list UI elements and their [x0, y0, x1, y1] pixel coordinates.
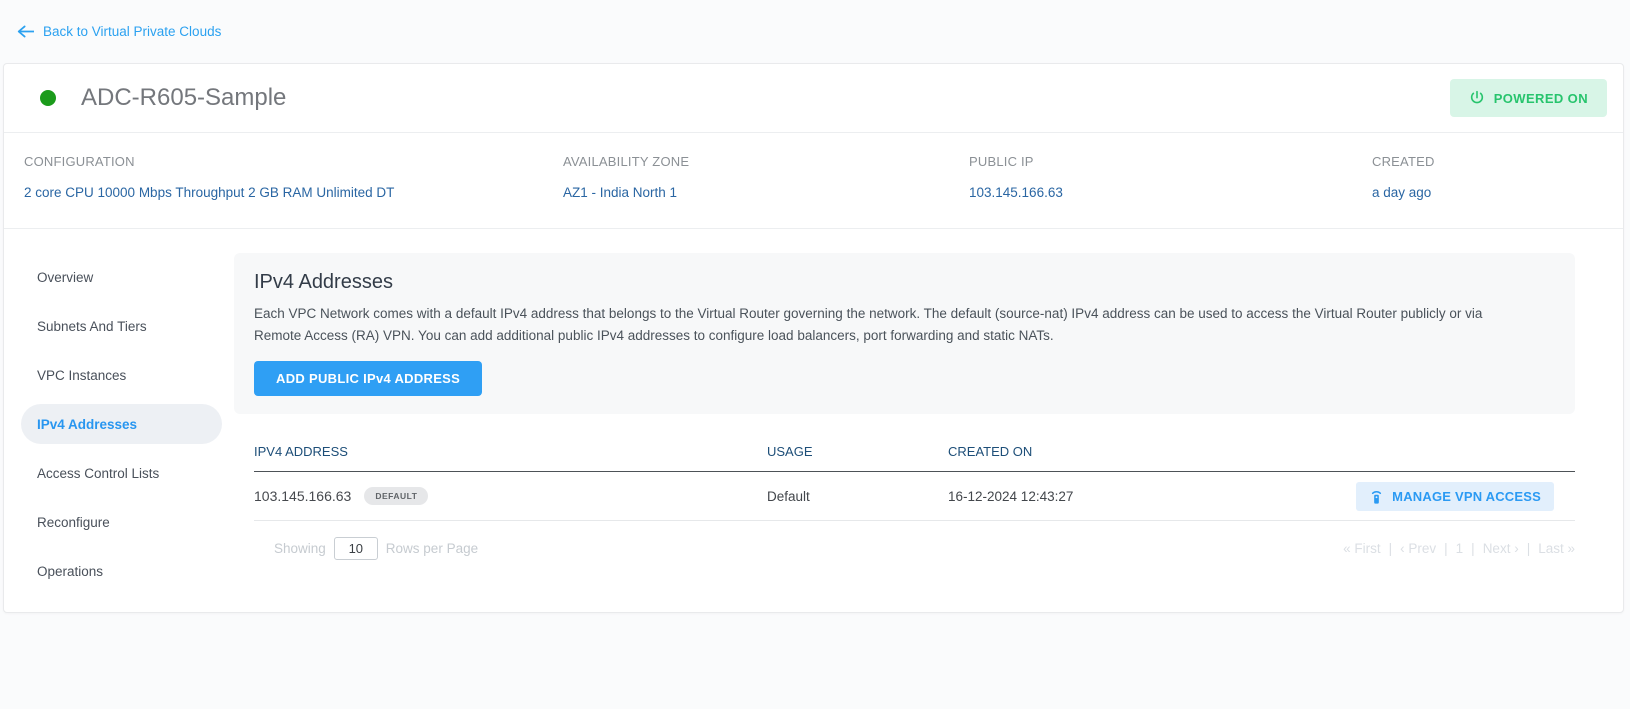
section-title: IPv4 Addresses	[254, 271, 393, 293]
info-label: CREATED	[1372, 154, 1435, 169]
back-link-label: Back to Virtual Private Clouds	[43, 24, 222, 39]
power-icon	[1469, 90, 1485, 106]
created-on-cell: 16-12-2024 12:43:27	[948, 488, 1074, 504]
info-value: 2 core CPU 10000 Mbps Throughput 2 GB RA…	[24, 185, 395, 200]
sidebar-item-subnets-and-tiers[interactable]: Subnets And Tiers	[21, 302, 222, 351]
info-public-ip: PUBLIC IP 103.145.166.63	[969, 154, 1372, 200]
status-dot-icon	[40, 90, 56, 106]
manage-vpn-access-label: MANAGE VPN ACCESS	[1392, 488, 1541, 504]
sidebar-item-vpc-instances[interactable]: VPC Instances	[21, 351, 222, 400]
sidebar-item-ipv4-addresses[interactable]: IPv4 Addresses	[21, 404, 222, 444]
ipv4-table: IPV4 ADDRESS USAGE CREATED ON 103.145.16…	[234, 438, 1575, 560]
usage-cell: Default	[767, 488, 810, 504]
arrow-left-icon	[17, 24, 34, 39]
info-value: a day ago	[1372, 185, 1432, 200]
pager-prev[interactable]: ‹ Prev	[1400, 541, 1436, 556]
col-header-usage: USAGE	[767, 444, 813, 459]
rows-per-page-label: Rows per Page	[385, 541, 479, 556]
back-row: Back to Virtual Private Clouds	[0, 0, 1630, 63]
ipv4-intro-panel: IPv4 Addresses Each VPC Network comes wi…	[234, 253, 1575, 414]
pager-links: « First | ‹ Prev | 1 | Next › | Last »	[1343, 541, 1575, 556]
vpn-remote-icon	[1369, 488, 1384, 505]
vpc-info-row: CONFIGURATION 2 core CPU 10000 Mbps Thro…	[4, 133, 1623, 229]
sidebar-item-operations[interactable]: Operations	[21, 547, 222, 596]
pager-separator: |	[1444, 541, 1448, 556]
info-created: CREATED a day ago	[1372, 154, 1623, 200]
rows-per-page-control: Showing Rows per Page	[274, 537, 478, 560]
add-public-ipv4-button[interactable]: ADD PUBLIC IPv4 ADDRESS	[254, 361, 483, 396]
vpc-tabs-sidebar: Overview Subnets And Tiers VPC Instances…	[4, 253, 234, 596]
pagination-row: Showing Rows per Page « First | ‹ Prev |…	[254, 537, 1575, 560]
card-header: ADC-R605-Sample POWERED ON	[4, 64, 1623, 133]
pager-last[interactable]: Last »	[1538, 541, 1575, 556]
info-value: 103.145.166.63	[969, 185, 1063, 200]
page-title: ADC-R605-Sample	[81, 84, 287, 111]
sidebar-item-reconfigure[interactable]: Reconfigure	[21, 498, 222, 547]
rows-per-page-input[interactable]	[333, 537, 378, 560]
powered-on-badge: POWERED ON	[1449, 79, 1607, 117]
manage-vpn-access-button[interactable]: MANAGE VPN ACCESS	[1356, 481, 1554, 511]
info-value: AZ1 - India North 1	[563, 185, 678, 200]
pager-separator: |	[1471, 541, 1475, 556]
col-header-created-on: CREATED ON	[948, 444, 1033, 459]
ipv4-address-value: 103.145.166.63	[254, 488, 352, 504]
col-header-ipv4-address: IPV4 ADDRESS	[254, 444, 348, 459]
pager-separator: |	[1526, 541, 1531, 556]
sidebar-item-access-control-lists[interactable]: Access Control Lists	[21, 449, 222, 498]
powered-on-label: POWERED ON	[1493, 90, 1588, 106]
info-configuration: CONFIGURATION 2 core CPU 10000 Mbps Thro…	[24, 154, 563, 200]
table-header-row: IPV4 ADDRESS USAGE CREATED ON	[254, 438, 1575, 472]
sidebar-item-overview[interactable]: Overview	[21, 253, 222, 302]
back-to-vpc-link[interactable]: Back to Virtual Private Clouds	[17, 24, 221, 39]
info-label: AVAILABILITY ZONE	[563, 154, 690, 169]
card-content: Overview Subnets And Tiers VPC Instances…	[4, 229, 1623, 596]
ipv4-address-cell: 103.145.166.63 DEFAULT	[254, 487, 767, 505]
info-availability-zone: AVAILABILITY ZONE AZ1 - India North 1	[563, 154, 969, 200]
pager-next[interactable]: Next ›	[1483, 541, 1519, 556]
pager-first[interactable]: « First	[1343, 541, 1381, 556]
info-label: CONFIGURATION	[24, 154, 135, 169]
info-label: PUBLIC IP	[969, 154, 1034, 169]
table-row: 103.145.166.63 DEFAULT Default 16-12-202…	[254, 472, 1575, 521]
vpc-detail-card: ADC-R605-Sample POWERED ON CONFIGURATION…	[3, 63, 1624, 613]
showing-label: Showing	[274, 541, 326, 556]
pager-separator: |	[1388, 541, 1393, 556]
ipv4-main-panel: IPv4 Addresses Each VPC Network comes wi…	[234, 253, 1575, 596]
default-badge: DEFAULT	[364, 487, 429, 505]
pager-current-page: 1	[1455, 541, 1464, 556]
section-description: Each VPC Network comes with a default IP…	[254, 306, 1483, 343]
